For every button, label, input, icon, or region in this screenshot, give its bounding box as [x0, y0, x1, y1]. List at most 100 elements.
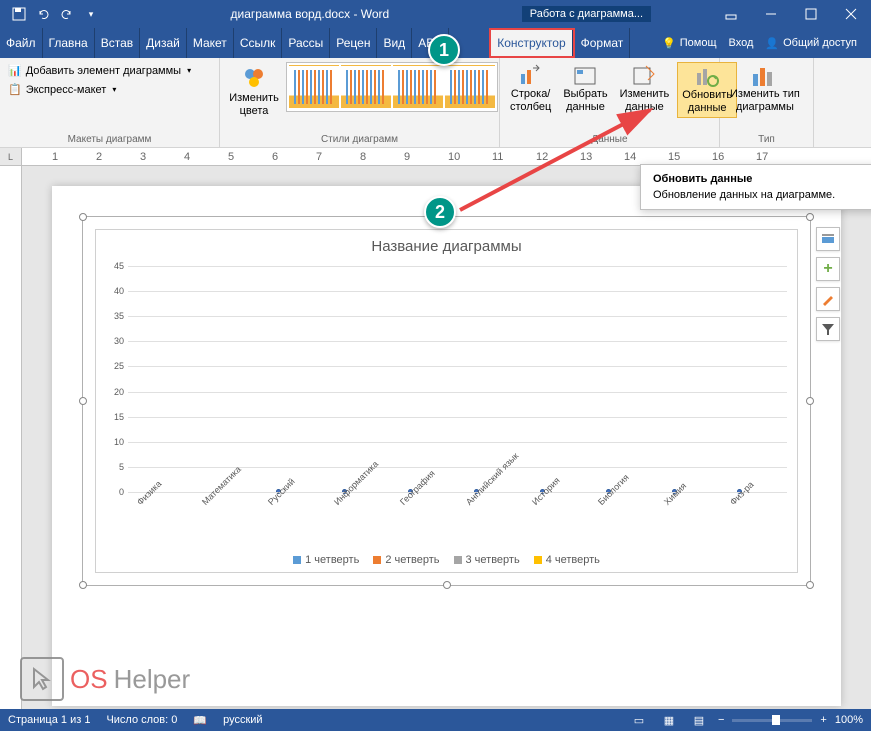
zoom-slider[interactable]	[732, 719, 812, 722]
select-data-icon	[573, 64, 597, 88]
qat-more-icon[interactable]: ▾	[80, 3, 102, 25]
share-label: Общий доступ	[783, 37, 857, 49]
ribbon-options-icon[interactable]	[711, 0, 751, 28]
tooltip: Обновить данные Обновление данных на диа…	[640, 164, 871, 210]
legend-label: 2 четверть	[385, 554, 439, 566]
add-chart-element-label: Добавить элемент диаграммы	[26, 65, 181, 77]
ruler-vertical[interactable]	[0, 166, 22, 726]
menu-help[interactable]: Помощ	[680, 37, 717, 49]
ruler-tick: 5	[228, 151, 234, 163]
menu-insert[interactable]: Встав	[95, 28, 140, 58]
menu-references[interactable]: Ссылк	[234, 28, 283, 58]
edit-data-icon	[632, 64, 656, 88]
group-type-label: Тип	[720, 134, 813, 145]
menu-design[interactable]: Дизай	[140, 28, 187, 58]
ruler-corner: L	[0, 148, 22, 165]
close-icon[interactable]	[831, 0, 871, 28]
legend-label: 4 четверть	[546, 554, 600, 566]
legend-item[interactable]: 2 четверть	[373, 554, 439, 566]
tooltip-body: Обновление данных на диаграмме.	[653, 189, 867, 201]
grid-line	[128, 417, 787, 418]
ruler-tick: 7	[316, 151, 322, 163]
save-icon[interactable]	[8, 3, 30, 25]
change-colors-button[interactable]: Изменить цвета	[226, 62, 282, 120]
legend-item[interactable]: 1 четверть	[293, 554, 359, 566]
share-button[interactable]: 👤 Общий доступ	[757, 33, 865, 54]
read-mode-icon[interactable]: ▭	[628, 711, 650, 729]
document-title: диаграмма ворд.docx - Word	[102, 7, 518, 21]
zoom-level[interactable]: 100%	[835, 714, 863, 726]
switch-icon	[519, 64, 543, 88]
chart-layout-tool[interactable]	[816, 227, 840, 251]
style-thumb-1[interactable]	[289, 65, 339, 109]
legend-label: 3 четверть	[466, 554, 520, 566]
change-type-label: Изменить тип диаграммы	[730, 88, 800, 114]
ruler-tick: 6	[272, 151, 278, 163]
menu-constructor[interactable]: Конструктор	[491, 30, 572, 56]
menu-review[interactable]: Рецен	[330, 28, 377, 58]
y-tick: 30	[114, 336, 124, 346]
add-chart-element-button[interactable]: 📊 Добавить элемент диаграммы▾	[6, 62, 193, 79]
legend-swatch	[534, 556, 542, 564]
callout-2: 2	[424, 196, 456, 228]
menu-view[interactable]: Вид	[377, 28, 412, 58]
menu-file[interactable]: Файл	[0, 28, 43, 58]
chart-title[interactable]: Название диаграммы	[96, 230, 797, 263]
ruler-tick: 16	[712, 151, 724, 163]
chart-filter-tool[interactable]	[816, 317, 840, 341]
ruler-tick: 3	[140, 151, 146, 163]
y-tick: 45	[114, 261, 124, 271]
ribbon: 📊 Добавить элемент диаграммы▾ 📋 Экспресс…	[0, 58, 871, 148]
chart-brush-tool[interactable]	[816, 287, 840, 311]
watermark: OS Helper	[20, 657, 190, 701]
grid-line	[128, 366, 787, 367]
statusbar: Страница 1 из 1 Число слов: 0 📖 русский …	[0, 709, 871, 731]
maximize-icon[interactable]	[791, 0, 831, 28]
spellcheck-icon[interactable]: 📖	[193, 714, 207, 727]
y-tick: 5	[119, 462, 124, 472]
status-words[interactable]: Число слов: 0	[106, 714, 177, 726]
legend-item[interactable]: 4 четверть	[534, 554, 600, 566]
minimize-icon[interactable]	[751, 0, 791, 28]
change-chart-type-button[interactable]: Изменить тип диаграммы	[726, 62, 804, 116]
titlebar: ▾ диаграмма ворд.docx - Word Работа с ди…	[0, 0, 871, 28]
grid-line	[128, 467, 787, 468]
zoom-out-icon[interactable]: −	[718, 714, 724, 726]
chart-add-tool[interactable]: +	[816, 257, 840, 281]
workspace: Название диаграммы 051015202530354045 Фи…	[0, 166, 871, 726]
menu-format[interactable]: Формат	[575, 28, 631, 58]
chart-selection[interactable]: Название диаграммы 051015202530354045 Фи…	[82, 216, 811, 586]
redo-icon[interactable]	[56, 3, 78, 25]
chart-element-icon: 📊	[8, 64, 22, 77]
grid-line	[128, 316, 787, 317]
style-thumb-3[interactable]	[393, 65, 443, 109]
y-tick: 20	[114, 387, 124, 397]
status-language[interactable]: русский	[223, 714, 262, 726]
ruler-tick: 17	[756, 151, 768, 163]
ruler-tick: 2	[96, 151, 102, 163]
zoom-in-icon[interactable]: +	[820, 714, 826, 726]
menu-mailings[interactable]: Рассы	[282, 28, 330, 58]
contextual-tab-label: Работа с диаграмма...	[522, 6, 651, 22]
cursor-icon	[20, 657, 64, 701]
undo-icon[interactable]	[32, 3, 54, 25]
chart-type-icon	[751, 64, 779, 88]
grid-line	[128, 291, 787, 292]
menu-login[interactable]: Вход	[729, 37, 754, 49]
y-tick: 10	[114, 437, 124, 447]
y-tick: 40	[114, 286, 124, 296]
status-page[interactable]: Страница 1 из 1	[8, 714, 90, 726]
style-thumb-2[interactable]	[341, 65, 391, 109]
menu-home[interactable]: Главна	[43, 28, 95, 58]
web-layout-icon[interactable]: ▤	[688, 711, 710, 729]
legend-item[interactable]: 3 четверть	[454, 554, 520, 566]
print-layout-icon[interactable]: ▦	[658, 711, 680, 729]
y-tick: 35	[114, 311, 124, 321]
ruler-tick: 9	[404, 151, 410, 163]
y-tick: 25	[114, 361, 124, 371]
chart-area[interactable]: Название диаграммы 051015202530354045 Фи…	[95, 229, 798, 573]
callout-1: 1	[428, 34, 460, 66]
legend-swatch	[373, 556, 381, 564]
menu-layout[interactable]: Макет	[187, 28, 234, 58]
express-layout-button[interactable]: 📋 Экспресс-макет▾	[6, 81, 118, 98]
